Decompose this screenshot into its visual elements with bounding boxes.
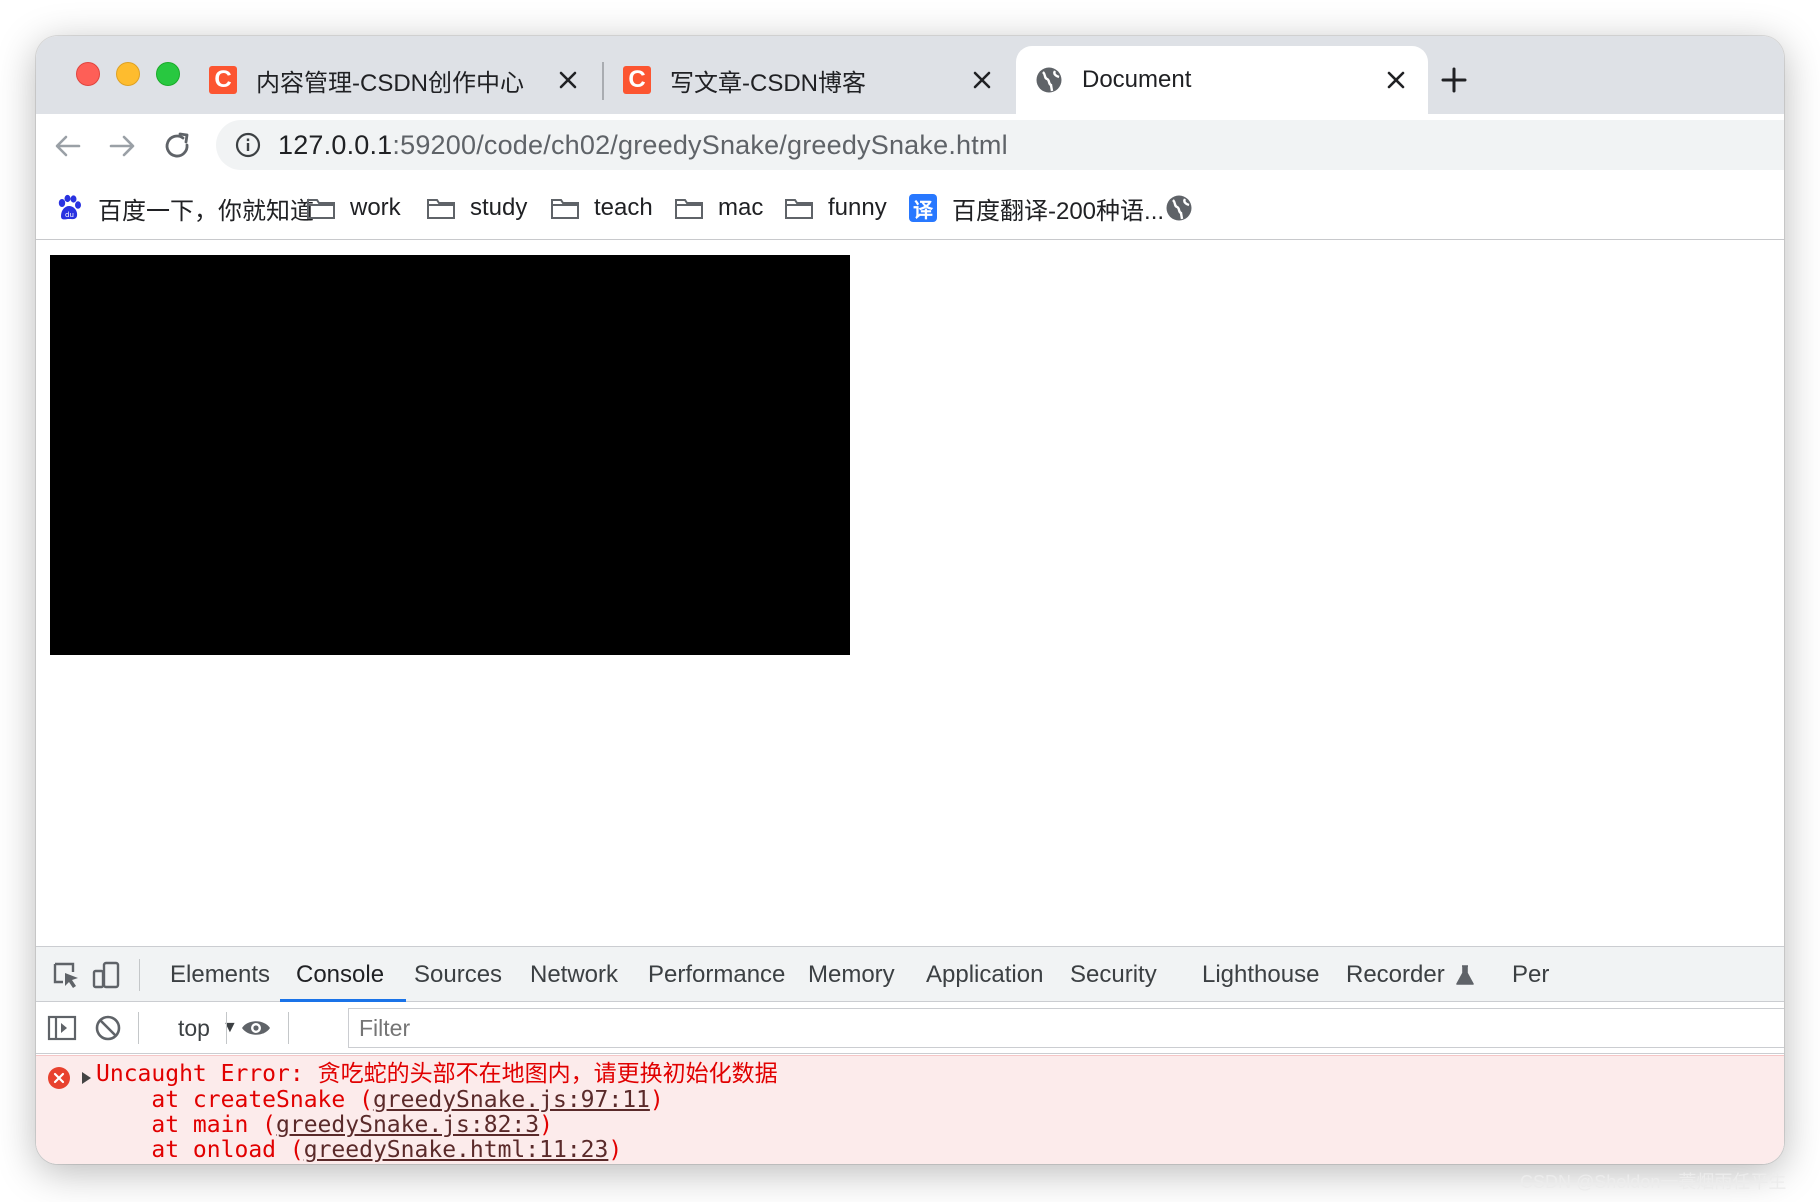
bookmark-folder-study[interactable]: study bbox=[426, 188, 527, 228]
clear-console-button[interactable] bbox=[90, 1010, 126, 1046]
close-icon[interactable] bbox=[554, 66, 582, 94]
caret-down-icon: ▼ bbox=[221, 1019, 238, 1036]
tab-memory[interactable]: Memory bbox=[808, 947, 895, 1002]
error-message: 贪吃蛇的头部不在地图内，请更换初始化数据 bbox=[317, 1061, 778, 1087]
arrow-left-icon bbox=[55, 135, 81, 157]
reload-button[interactable] bbox=[158, 126, 198, 166]
bookmark-folder-funny[interactable]: funny bbox=[784, 188, 887, 228]
folder-icon bbox=[426, 195, 456, 221]
minimize-window-button[interactable] bbox=[116, 62, 140, 86]
tab-application[interactable]: Application bbox=[926, 947, 1043, 1002]
bookmark-baidu[interactable]: du 百度一下，你就知道 bbox=[54, 188, 314, 228]
device-icon bbox=[92, 961, 120, 989]
cursor-select-icon bbox=[53, 962, 78, 988]
zoom-window-button[interactable] bbox=[156, 62, 180, 86]
tab-security[interactable]: Security bbox=[1070, 947, 1157, 1002]
devtools-panel: Elements Console Sources Network Perform… bbox=[36, 946, 1784, 1164]
toolbar-divider bbox=[226, 1012, 227, 1044]
sidebar-toggle-icon bbox=[47, 1015, 77, 1041]
plus-icon bbox=[1441, 67, 1467, 93]
source-link[interactable]: greedySnake.js:97:11 bbox=[373, 1087, 650, 1113]
folder-icon bbox=[674, 195, 704, 221]
address-bar[interactable]: 127.0.0.1:59200/code/ch02/greedySnake/gr… bbox=[216, 120, 1784, 170]
tab-title: 内容管理-CSDN创作中心 bbox=[256, 69, 524, 97]
tab-network[interactable]: Network bbox=[530, 947, 618, 1002]
translate-icon: 译 bbox=[908, 194, 938, 222]
bookmark-baidu-translate[interactable]: 译 百度翻译-200种语... bbox=[908, 188, 1164, 228]
bookmark-folder-mac[interactable]: mac bbox=[674, 188, 763, 228]
tab-document[interactable]: Document bbox=[1016, 46, 1428, 114]
csdn-icon: C bbox=[622, 65, 652, 95]
bookmarks-bar: du 百度一下，你就知道 work study teach mac funny … bbox=[36, 178, 1784, 240]
browser-toolbar: 127.0.0.1:59200/code/ch02/greedySnake/gr… bbox=[36, 114, 1784, 178]
device-toolbar-button[interactable] bbox=[88, 957, 124, 993]
console-filter-input[interactable] bbox=[348, 1008, 1784, 1048]
flask-icon bbox=[1455, 964, 1474, 985]
bookmark-folder-teach[interactable]: teach bbox=[550, 188, 653, 228]
url-text: 127.0.0.1:59200/code/ch02/greedySnake/gr… bbox=[278, 130, 1008, 161]
source-link[interactable]: greedySnake.js:82:3 bbox=[276, 1112, 539, 1138]
tab-console[interactable]: Console bbox=[279, 947, 407, 1002]
close-window-button[interactable] bbox=[76, 62, 100, 86]
stack-frame: at createSnake (greedySnake.js:97:11) bbox=[96, 1087, 664, 1113]
tab-strip: C 内容管理-CSDN创作中心 C 写文章-CSDN博客 Document bbox=[36, 36, 1784, 114]
reload-icon bbox=[165, 132, 189, 158]
url-path: :59200/code/ch02/greedySnake/greedySnake… bbox=[392, 129, 1008, 160]
tab-recorder[interactable]: Recorder bbox=[1346, 947, 1475, 1002]
expand-triangle-icon[interactable] bbox=[82, 1072, 91, 1084]
arrow-right-icon bbox=[109, 135, 135, 157]
forward-button[interactable] bbox=[102, 126, 142, 166]
console-error-message[interactable]: Uncaught Error: 贪吃蛇的头部不在地图内，请更换初始化数据 at … bbox=[36, 1055, 1784, 1164]
page-viewport bbox=[36, 241, 1784, 946]
error-headline: Uncaught Error: 贪吃蛇的头部不在地图内，请更换初始化数据 bbox=[96, 1061, 778, 1087]
folder-icon bbox=[784, 195, 814, 221]
toolbar-divider bbox=[138, 1012, 139, 1044]
stack-frame: at main (greedySnake.js:82:3) bbox=[96, 1112, 553, 1138]
bookmark-folder-work[interactable]: work bbox=[306, 188, 401, 228]
context-selector[interactable]: top ▼ bbox=[178, 1010, 238, 1046]
toolbar-divider bbox=[139, 959, 140, 991]
snake-game-canvas[interactable] bbox=[50, 255, 850, 655]
globe-icon bbox=[1164, 195, 1194, 221]
console-toolbar: top ▼ bbox=[36, 1002, 1784, 1054]
globe-icon bbox=[1034, 65, 1064, 95]
back-button[interactable] bbox=[48, 126, 88, 166]
inspect-element-button[interactable] bbox=[48, 957, 84, 993]
svg-text:du: du bbox=[65, 211, 74, 219]
tab-write-article[interactable]: C 写文章-CSDN博客 bbox=[604, 46, 1014, 114]
toggle-sidebar-button[interactable] bbox=[44, 1010, 80, 1046]
csdn-icon: C bbox=[208, 65, 238, 95]
browser-window: C 内容管理-CSDN创作中心 C 写文章-CSDN博客 Document 12… bbox=[36, 36, 1784, 1164]
stack-frame: at onload (greedySnake.html:11:23) bbox=[96, 1137, 623, 1163]
folder-icon bbox=[550, 195, 580, 221]
tab-recorder-label: Recorder bbox=[1346, 960, 1445, 988]
tab-elements[interactable]: Elements bbox=[170, 947, 270, 1002]
url-host: 127.0.0.1 bbox=[278, 129, 393, 160]
tab-sources[interactable]: Sources bbox=[414, 947, 502, 1002]
tab-performance-insights[interactable]: Per bbox=[1512, 947, 1549, 1002]
live-expression-button[interactable] bbox=[238, 1010, 274, 1046]
folder-icon bbox=[306, 195, 336, 221]
source-link[interactable]: greedySnake.html:11:23 bbox=[304, 1137, 609, 1163]
info-icon[interactable] bbox=[234, 131, 262, 159]
bookmark-globe[interactable] bbox=[1164, 188, 1208, 228]
eye-icon bbox=[242, 1021, 270, 1035]
tab-title: 写文章-CSDN博客 bbox=[670, 69, 866, 97]
context-value: top bbox=[178, 1014, 210, 1041]
watermark: CSDN @Sheldon一蓑烟雨任平生 bbox=[1520, 1172, 1787, 1192]
close-icon[interactable] bbox=[968, 66, 996, 94]
toolbar-divider bbox=[288, 1012, 289, 1044]
new-tab-button[interactable] bbox=[1432, 58, 1476, 102]
baidu-paw-icon: du bbox=[54, 194, 84, 221]
tab-title: Document bbox=[1082, 66, 1192, 93]
close-icon[interactable] bbox=[1382, 66, 1410, 94]
tab-performance[interactable]: Performance bbox=[648, 947, 785, 1002]
block-icon bbox=[95, 1015, 121, 1041]
error-icon bbox=[48, 1067, 70, 1089]
tab-content-management[interactable]: C 内容管理-CSDN创作中心 bbox=[190, 46, 600, 114]
devtools-tab-bar: Elements Console Sources Network Perform… bbox=[36, 947, 1784, 1002]
tab-lighthouse[interactable]: Lighthouse bbox=[1202, 947, 1319, 1002]
